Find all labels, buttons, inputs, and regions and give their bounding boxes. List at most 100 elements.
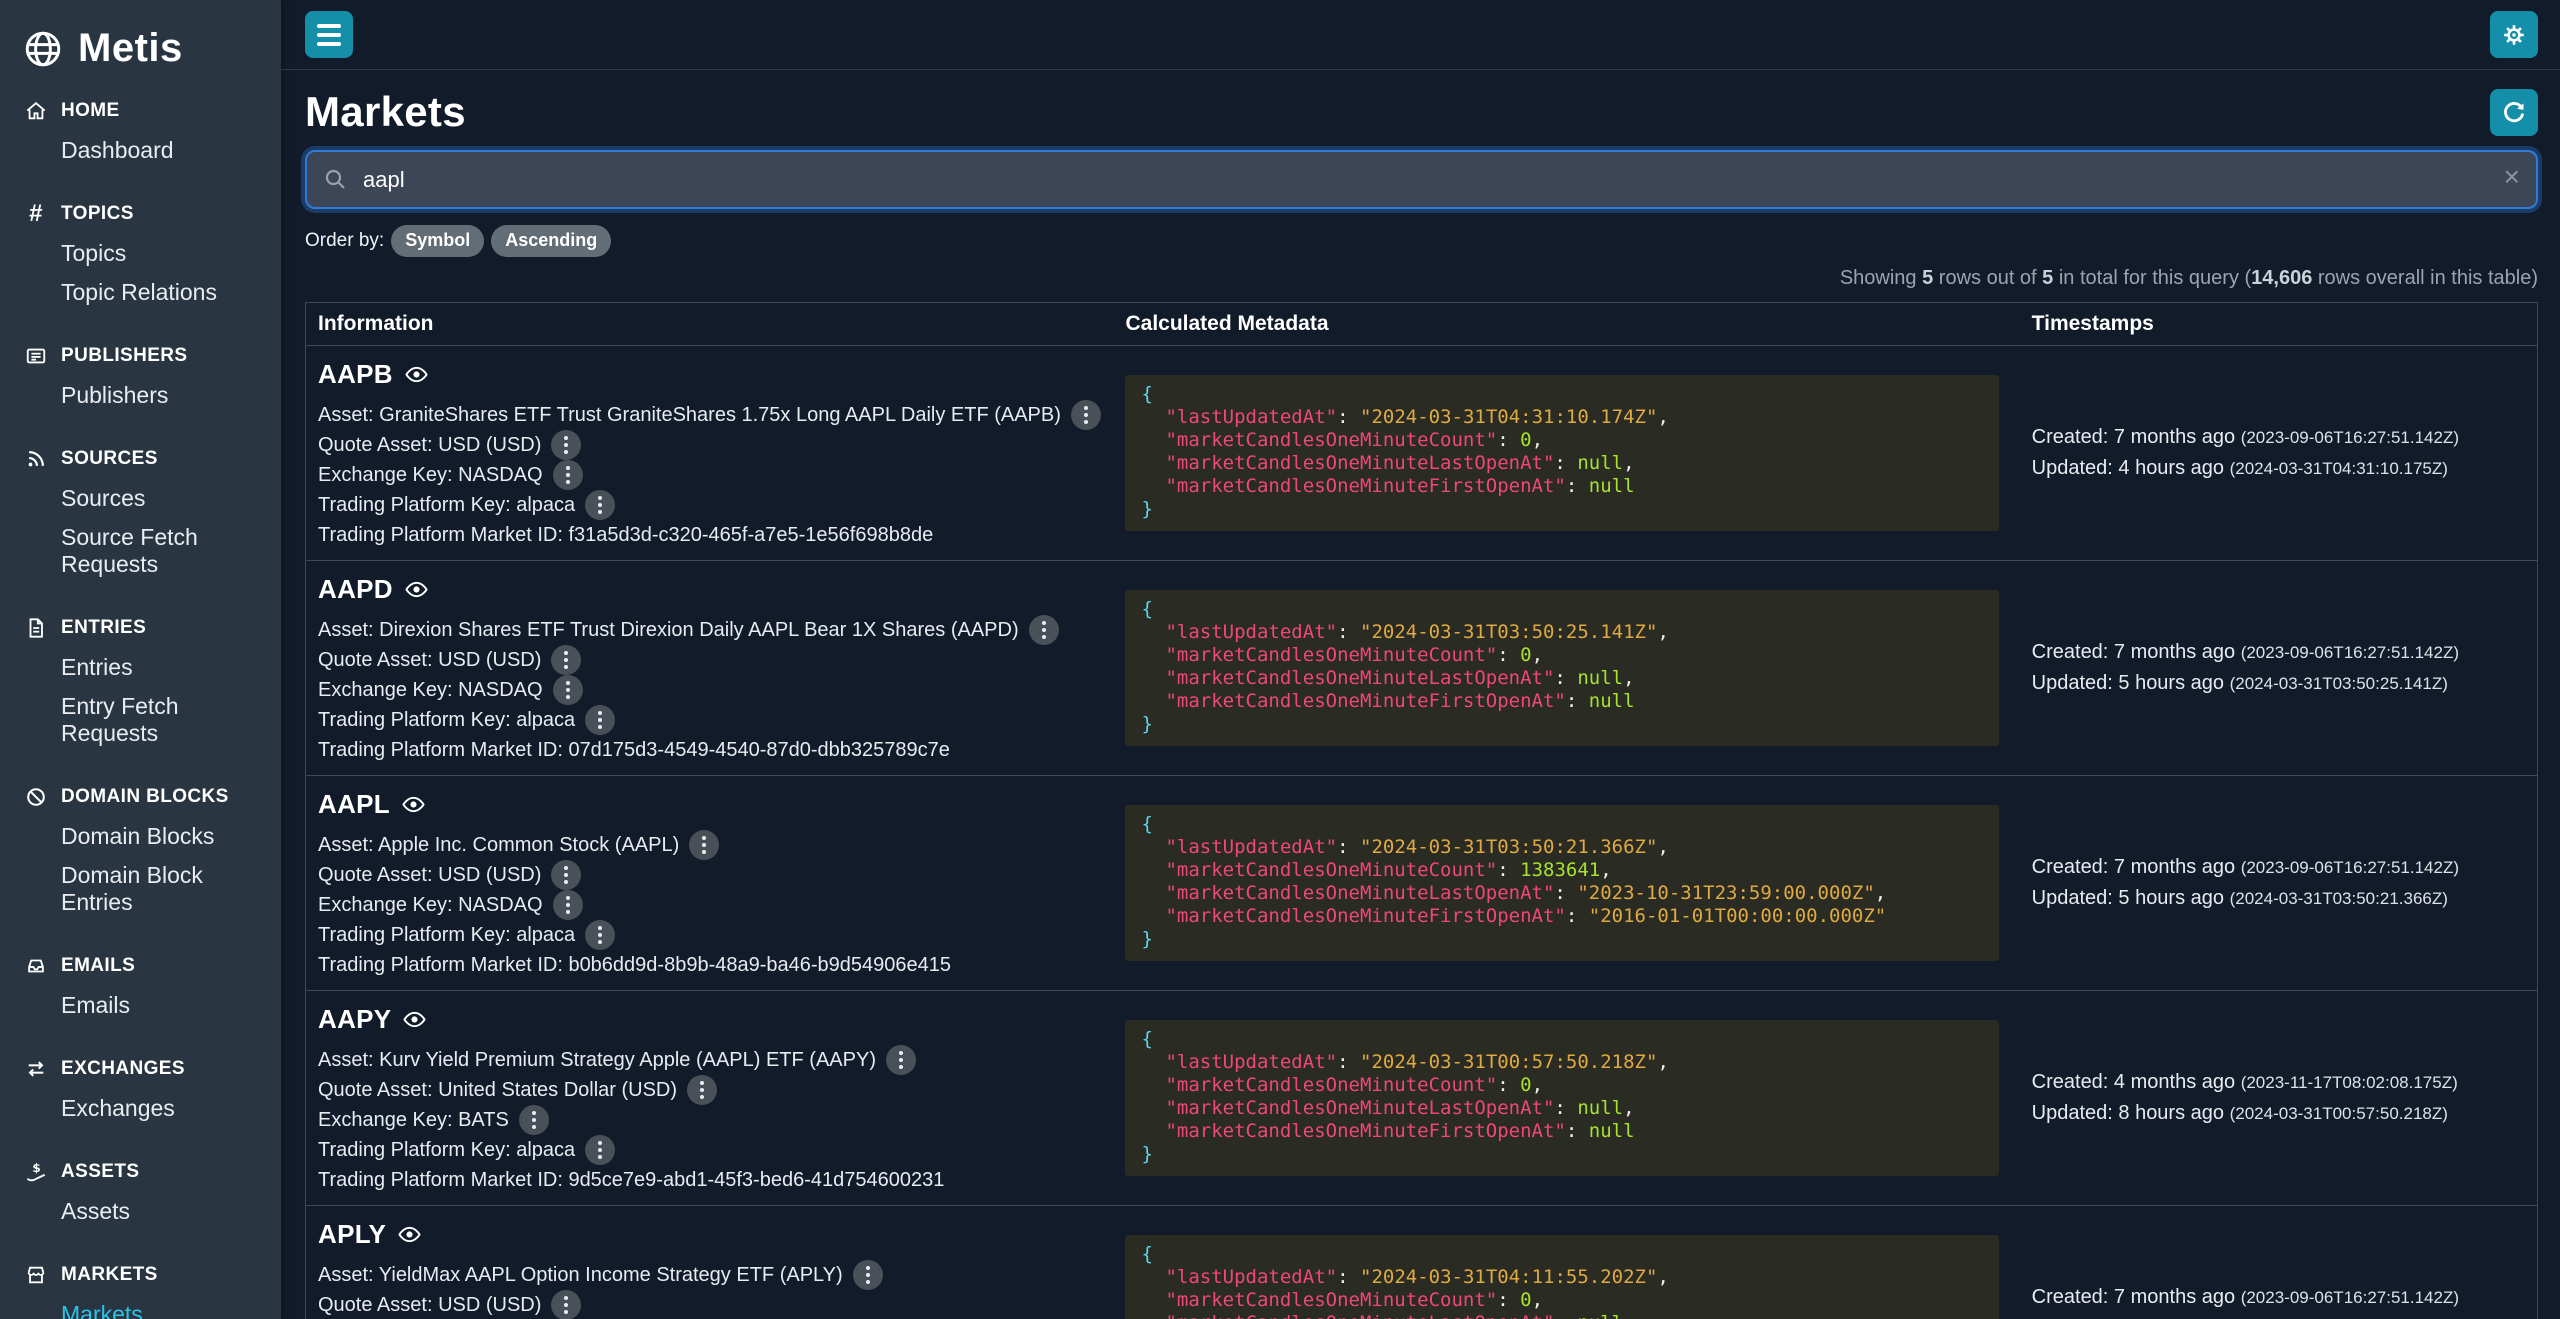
sidebar-item-emails[interactable]: Emails bbox=[0, 986, 281, 1025]
page-content: Markets × Order by: Symbol Ascending Sho… bbox=[281, 70, 2560, 1319]
table-row: AAPL Asset: Apple Inc. Common Stock (AAP… bbox=[306, 776, 2538, 991]
nav-section-home: HOME bbox=[0, 93, 281, 131]
brand-name: Metis bbox=[78, 26, 183, 71]
search-icon bbox=[323, 167, 347, 191]
exchange-key-label: Exchange Key: NASDAQ bbox=[318, 464, 543, 487]
market-symbol: AAPB bbox=[318, 359, 393, 390]
created-timestamp: Created: 4 months ago (2023-11-17T08:02:… bbox=[2032, 1067, 2525, 1098]
platform-key-label: Trading Platform Key: alpaca bbox=[318, 924, 575, 947]
metadata-json: { lastUpdatedAt: 2024-03-31T03:50:21.366… bbox=[1125, 805, 1998, 961]
nav-section-domain-blocks: DOMAIN BLOCKS bbox=[0, 779, 281, 817]
exchange-key-label: Exchange Key: NASDAQ bbox=[318, 894, 543, 917]
kebab-menu-icon[interactable] bbox=[1071, 400, 1101, 430]
markets-table: Information Calculated Metadata Timestam… bbox=[305, 302, 2538, 1319]
sidebar-item-topic-relations[interactable]: Topic Relations bbox=[0, 273, 281, 312]
topbar bbox=[281, 0, 2560, 70]
hamburger-icon bbox=[317, 24, 341, 46]
platform-market-id-label: Trading Platform Market ID: 07d175d3-454… bbox=[318, 739, 950, 762]
updated-timestamp: Updated: 4 hours ago (2024-03-31T04:11:5… bbox=[2032, 1313, 2525, 1319]
market-symbol: AAPY bbox=[318, 1004, 391, 1035]
view-icon[interactable] bbox=[402, 793, 425, 816]
clear-search-icon[interactable]: × bbox=[2504, 163, 2520, 191]
sidebar-item-publishers[interactable]: Publishers bbox=[0, 376, 281, 415]
asset-label: Asset: GraniteShares ETF Trust GraniteSh… bbox=[318, 404, 1061, 427]
metadata-json: { lastUpdatedAt: 2024-03-31T03:50:25.141… bbox=[1125, 590, 1998, 746]
file-icon bbox=[24, 616, 48, 640]
market-symbol: AAPL bbox=[318, 789, 390, 820]
sidebar-item-entry-fetch-requests[interactable]: Entry Fetch Requests bbox=[0, 687, 281, 753]
asset-label: Asset: Kurv Yield Premium Strategy Apple… bbox=[318, 1049, 876, 1072]
sidebar-item-markets[interactable]: Markets bbox=[0, 1295, 281, 1319]
platform-market-id-label: Trading Platform Market ID: b0b6dd9d-8b9… bbox=[318, 954, 951, 977]
asset-label: Asset: Apple Inc. Common Stock (AAPL) bbox=[318, 834, 679, 857]
kebab-menu-icon[interactable] bbox=[551, 430, 581, 460]
sidebar-item-domain-blocks[interactable]: Domain Blocks bbox=[0, 817, 281, 856]
kebab-menu-icon[interactable] bbox=[585, 705, 615, 735]
sidebar-toggle-button[interactable] bbox=[305, 11, 353, 58]
kebab-menu-icon[interactable] bbox=[553, 890, 583, 920]
kebab-menu-icon[interactable] bbox=[519, 1105, 549, 1135]
sidebar-item-dashboard[interactable]: Dashboard bbox=[0, 131, 281, 170]
kebab-menu-icon[interactable] bbox=[551, 1290, 581, 1319]
sidebar-item-assets[interactable]: Assets bbox=[0, 1192, 281, 1231]
updated-timestamp: Updated: 5 hours ago (2024-03-31T03:50:2… bbox=[2032, 883, 2525, 914]
sidebar-item-sources[interactable]: Sources bbox=[0, 479, 281, 518]
kebab-menu-icon[interactable] bbox=[551, 645, 581, 675]
market-symbol: APLY bbox=[318, 1219, 386, 1250]
table-row: AAPY Asset: Kurv Yield Premium Strategy … bbox=[306, 991, 2538, 1206]
settings-button[interactable] bbox=[2490, 11, 2538, 58]
quote-asset-label: Quote Asset: United States Dollar (USD) bbox=[318, 1079, 677, 1102]
sidebar-nav: HOME Dashboard # TOPICS Topics Topic Rel… bbox=[0, 93, 281, 1319]
kebab-menu-icon[interactable] bbox=[553, 675, 583, 705]
nav-section-publishers: PUBLISHERS bbox=[0, 338, 281, 376]
sidebar-item-domain-block-entries[interactable]: Domain Block Entries bbox=[0, 856, 281, 922]
table-row: AAPD Asset: Direxion Shares ETF Trust Di… bbox=[306, 561, 2538, 776]
platform-key-label: Trading Platform Key: alpaca bbox=[318, 709, 575, 732]
order-by-label: Order by: bbox=[305, 230, 384, 252]
page-title: Markets bbox=[305, 88, 466, 136]
brand-logo[interactable]: Metis bbox=[0, 16, 281, 93]
asset-label: Asset: Direxion Shares ETF Trust Direxio… bbox=[318, 619, 1019, 642]
view-icon[interactable] bbox=[405, 363, 428, 386]
view-icon[interactable] bbox=[398, 1223, 421, 1246]
kebab-menu-icon[interactable] bbox=[886, 1045, 916, 1075]
column-header-calculated-metadata: Calculated Metadata bbox=[1113, 303, 2019, 346]
kebab-menu-icon[interactable] bbox=[553, 460, 583, 490]
platform-key-label: Trading Platform Key: alpaca bbox=[318, 1139, 575, 1162]
home-icon bbox=[24, 99, 48, 123]
kebab-menu-icon[interactable] bbox=[689, 830, 719, 860]
order-by: Order by: Symbol Ascending bbox=[305, 225, 2538, 257]
column-header-timestamps: Timestamps bbox=[2020, 303, 2538, 346]
refresh-button[interactable] bbox=[2490, 89, 2538, 136]
sidebar-item-source-fetch-requests[interactable]: Source Fetch Requests bbox=[0, 518, 281, 584]
kebab-menu-icon[interactable] bbox=[585, 490, 615, 520]
rss-icon bbox=[24, 447, 48, 471]
sidebar: Metis HOME Dashboard # TOPICS Topics Top… bbox=[0, 0, 281, 1319]
kebab-menu-icon[interactable] bbox=[853, 1260, 883, 1290]
sidebar-item-exchanges[interactable]: Exchanges bbox=[0, 1089, 281, 1128]
nav-section-topics: # TOPICS bbox=[0, 196, 281, 234]
kebab-menu-icon[interactable] bbox=[551, 860, 581, 890]
view-icon[interactable] bbox=[405, 578, 428, 601]
newspaper-icon bbox=[24, 344, 48, 368]
updated-timestamp: Updated: 4 hours ago (2024-03-31T04:31:1… bbox=[2032, 453, 2525, 484]
kebab-menu-icon[interactable] bbox=[687, 1075, 717, 1105]
kebab-menu-icon[interactable] bbox=[585, 1135, 615, 1165]
dollar-icon: $ bbox=[24, 1160, 48, 1184]
table-row: AAPB Asset: GraniteShares ETF Trust Gran… bbox=[306, 346, 2538, 561]
asset-label: Asset: YieldMax AAPL Option Income Strat… bbox=[318, 1264, 843, 1287]
hash-icon: # bbox=[24, 202, 48, 226]
nav-section-entries: ENTRIES bbox=[0, 610, 281, 648]
kebab-menu-icon[interactable] bbox=[1029, 615, 1059, 645]
quote-asset-label: Quote Asset: USD (USD) bbox=[318, 434, 541, 457]
exchange-icon bbox=[24, 1057, 48, 1081]
view-icon[interactable] bbox=[403, 1008, 426, 1031]
kebab-menu-icon[interactable] bbox=[585, 920, 615, 950]
search-input[interactable] bbox=[305, 150, 2538, 209]
refresh-icon bbox=[2501, 99, 2527, 125]
sidebar-item-entries[interactable]: Entries bbox=[0, 648, 281, 687]
created-timestamp: Created: 7 months ago (2023-09-06T16:27:… bbox=[2032, 852, 2525, 883]
created-timestamp: Created: 7 months ago (2023-09-06T16:27:… bbox=[2032, 1282, 2525, 1313]
created-timestamp: Created: 7 months ago (2023-09-06T16:27:… bbox=[2032, 637, 2525, 668]
sidebar-item-topics[interactable]: Topics bbox=[0, 234, 281, 273]
